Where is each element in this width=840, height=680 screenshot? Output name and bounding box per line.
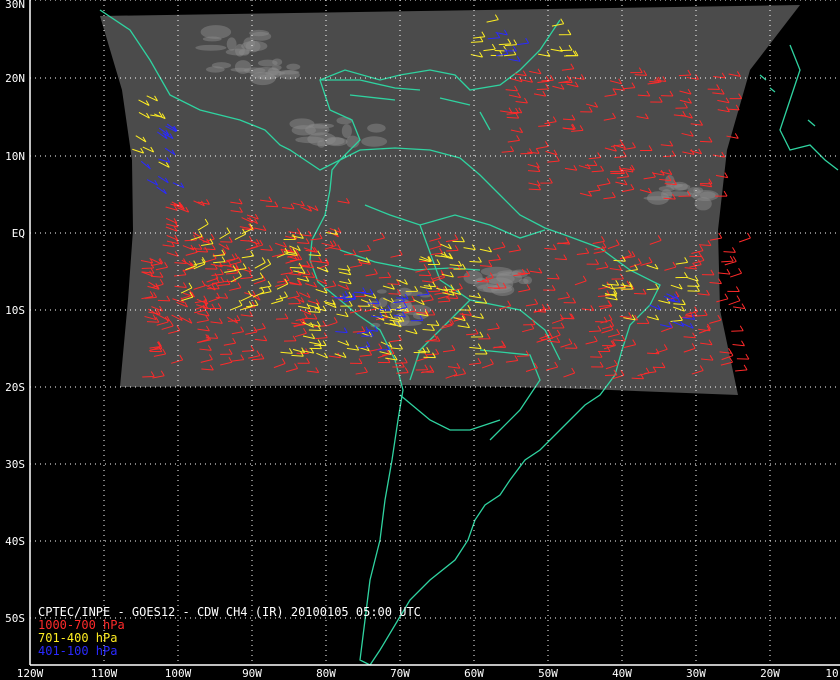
satellite-wind-map: 30N 20N 10N EQ 10S 20S 30S 40S 50S 120W … xyxy=(0,0,840,680)
lon-label: 80W xyxy=(316,667,336,680)
lon-label: 50W xyxy=(538,667,558,680)
cloud-blob xyxy=(518,278,529,285)
cloud-blob xyxy=(230,67,250,72)
lat-label: 20S xyxy=(5,381,25,394)
lon-label: 120W xyxy=(17,667,44,680)
lat-label: 10S xyxy=(5,304,25,317)
cloud-blob xyxy=(325,137,348,147)
cloud-blob xyxy=(289,118,315,130)
cloud-blob xyxy=(195,44,227,51)
lon-label: 20W xyxy=(760,667,780,680)
cloud-blob xyxy=(376,289,387,294)
lon-label: 30W xyxy=(686,667,706,680)
cloud-blob xyxy=(202,36,222,42)
legend-low-level: 1000-700 hPa xyxy=(38,618,125,632)
cloud-blob xyxy=(367,123,386,133)
lon-label: 60W xyxy=(464,667,484,680)
lon-label: 40W xyxy=(612,667,632,680)
cloud-blob xyxy=(341,124,352,138)
cloud-blob xyxy=(336,116,353,125)
cloud-blob xyxy=(226,37,237,51)
lon-label: 70W xyxy=(390,667,410,680)
cloud-blob xyxy=(211,62,232,69)
map-title: CPTEC/INPE - GOES12 - CDW CH4 (IR) 20100… xyxy=(38,605,421,619)
lat-label: 30S xyxy=(5,458,25,471)
lat-label: 40S xyxy=(5,535,25,548)
lat-label: 30N xyxy=(5,0,25,11)
legend-high-level: 401-100 hPa xyxy=(38,644,118,658)
cloud-blob xyxy=(272,58,283,66)
legend-mid-level: 701-400 hPa xyxy=(38,631,118,645)
lon-label: 110W xyxy=(91,667,118,680)
lat-label: 20N xyxy=(5,72,25,85)
lon-label: 10 xyxy=(825,667,838,680)
lon-label: 100W xyxy=(165,667,192,680)
cloud-blob xyxy=(699,191,716,199)
cloud-blob xyxy=(361,136,388,147)
lat-label: 10N xyxy=(5,150,25,163)
lat-label: 50S xyxy=(5,612,25,625)
cloud-blob xyxy=(241,40,268,52)
lon-label: 90W xyxy=(242,667,262,680)
cloud-blob xyxy=(295,136,325,144)
cloud-blob xyxy=(286,63,301,71)
lat-label: EQ xyxy=(12,227,25,240)
cloud-blob xyxy=(378,297,388,308)
